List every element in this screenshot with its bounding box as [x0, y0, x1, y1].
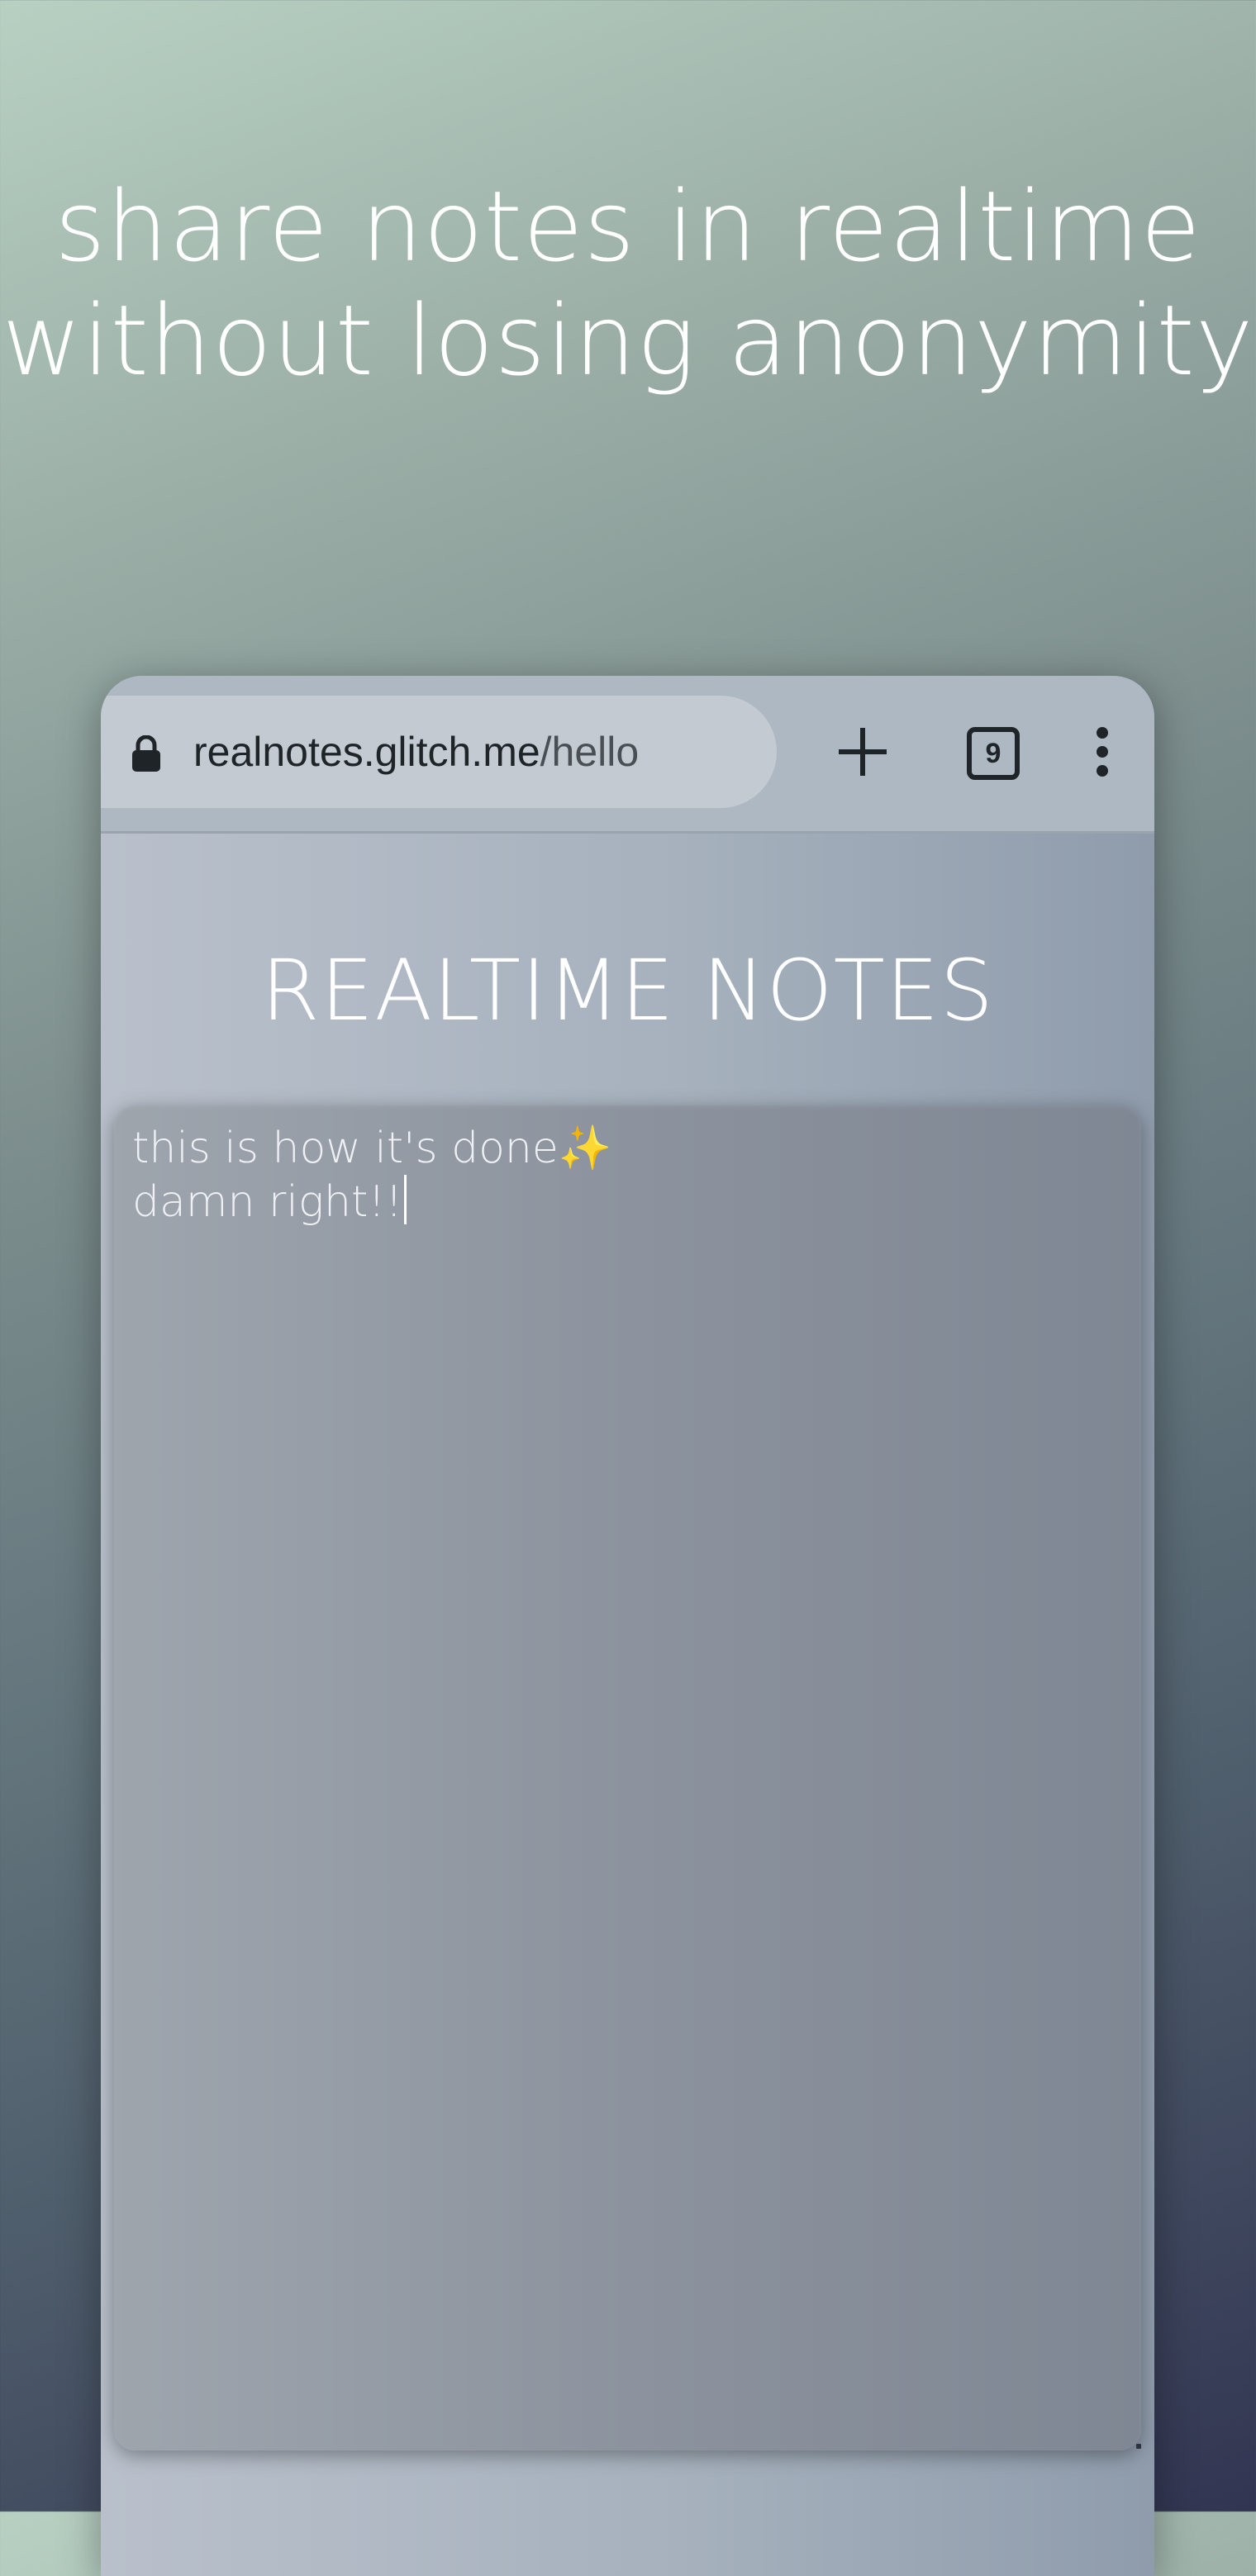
note-line-1: this is how it's done✨ [132, 1124, 612, 1173]
note-line-2-wrap: damn right!! [132, 1175, 612, 1229]
note-content[interactable]: this is how it's done✨ damn right!! [132, 1122, 612, 1229]
tab-switcher-button[interactable]: 9 [959, 719, 1028, 788]
note-line-2: damn right!! [132, 1177, 403, 1227]
url-text[interactable]: realnotes.glitch.me/hello [193, 725, 639, 778]
promo-line-2: without losing anonymity [2, 283, 1254, 397]
url-path: /hello [540, 729, 640, 775]
new-tab-button[interactable] [828, 719, 897, 788]
note-textarea[interactable]: this is how it's done✨ damn right!! [114, 1105, 1141, 2450]
resize-handle[interactable] [1136, 2444, 1141, 2449]
url-host: realnotes.glitch.me [193, 729, 540, 775]
phone-screen: realnotes.glitch.me/hello 9 REALTIME NOT… [101, 676, 1154, 2576]
promo-headline: share notes in realtime without losing a… [0, 169, 1256, 397]
address-bar[interactable]: realnotes.glitch.me/hello [101, 696, 777, 808]
more-vert-icon [1094, 726, 1111, 781]
text-caret [404, 1175, 407, 1224]
browser-toolbar: realnotes.glitch.me/hello 9 [101, 676, 1154, 834]
app-title: REALTIME NOTES [260, 942, 995, 1040]
overflow-menu-button[interactable] [1068, 719, 1137, 788]
lock-icon[interactable] [131, 734, 162, 772]
plus-icon [837, 726, 888, 781]
promo-line-1: share notes in realtime [55, 169, 1201, 283]
tab-count: 9 [967, 727, 1020, 780]
